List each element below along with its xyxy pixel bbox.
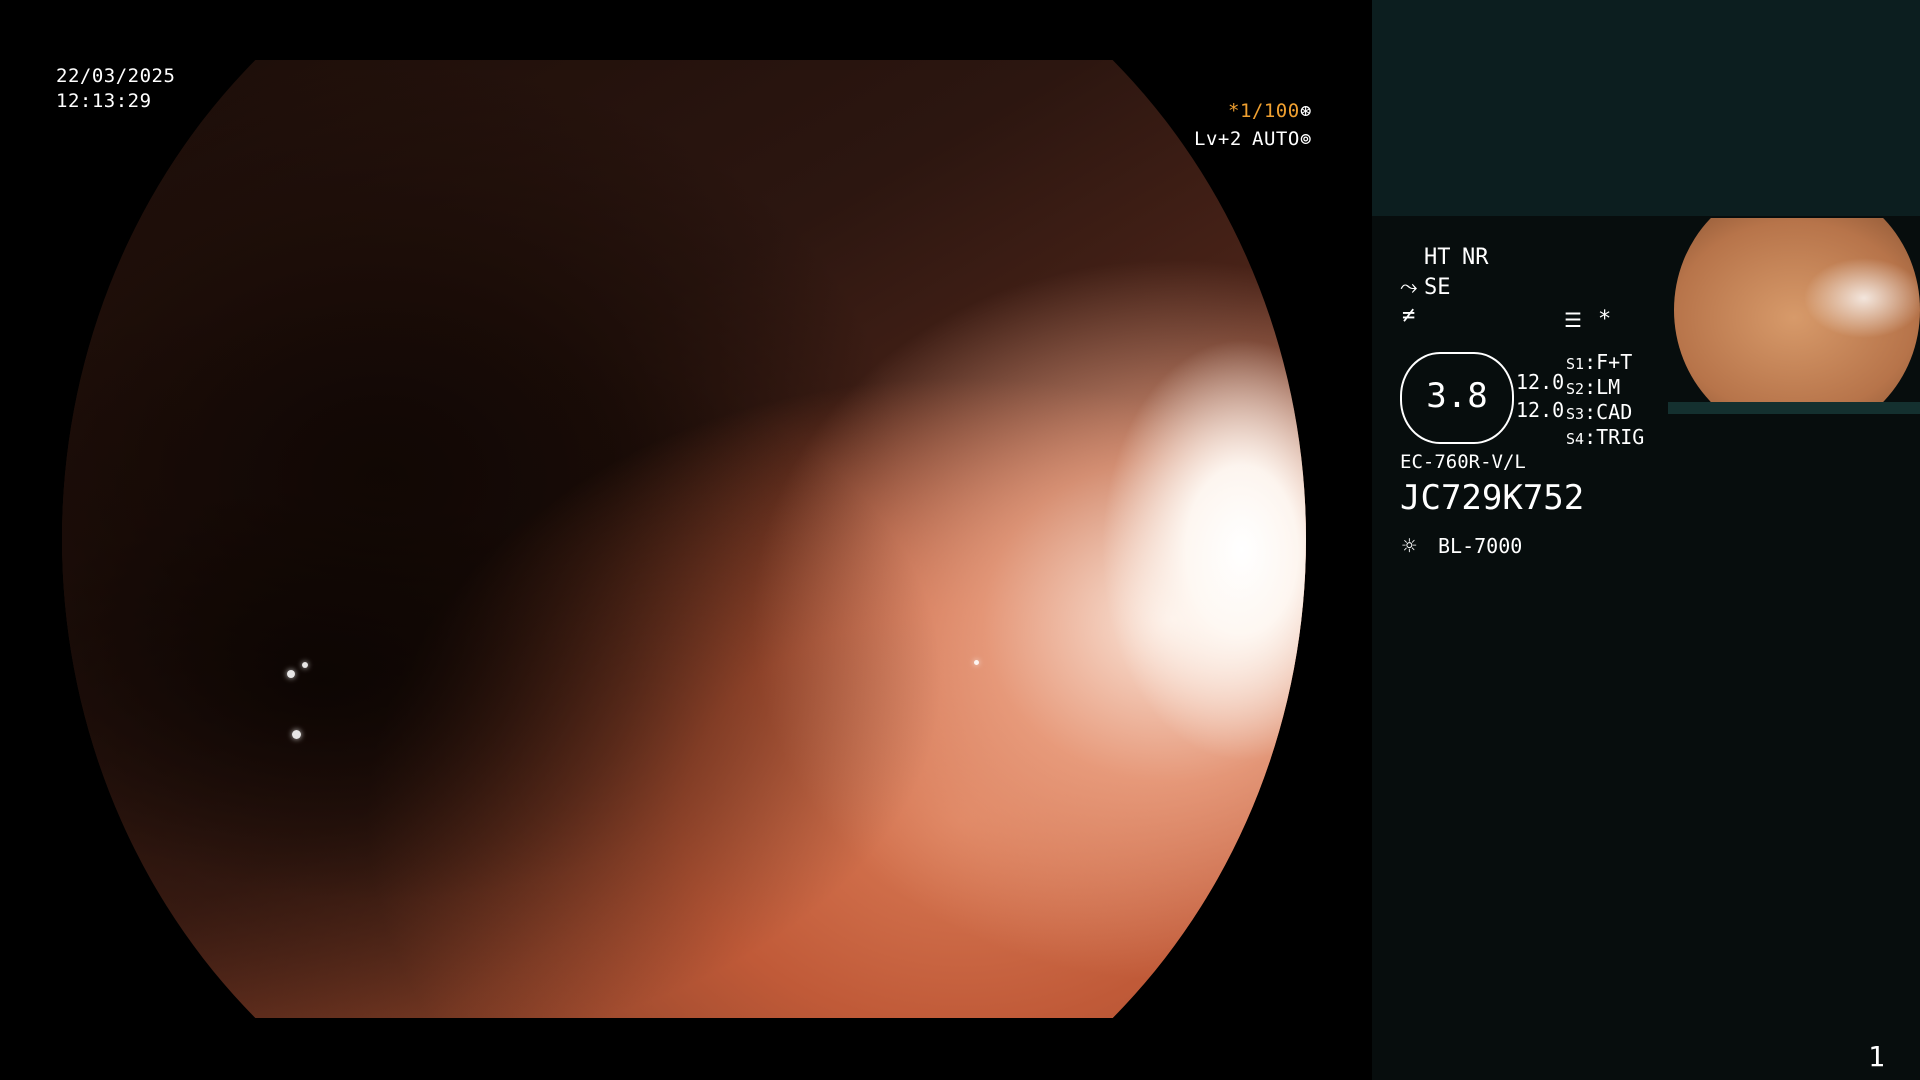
date-label: 22/03/2025 xyxy=(56,65,176,87)
auto-iris-icon: ⊚ xyxy=(1300,128,1312,150)
s2-value: LM xyxy=(1596,375,1621,399)
thumbnail-image xyxy=(1674,218,1920,402)
preset-icon: ☰ xyxy=(1564,308,1582,332)
page-number: 1 xyxy=(1868,1040,1885,1073)
endoscope-view: 22/03/2025 12:13:29 *1/100 ⊛ Lv+2 AUTO ⊚ xyxy=(0,0,1372,1080)
iris-mode: AUTO xyxy=(1252,128,1300,150)
brightness-level: Lv+2 xyxy=(1194,128,1242,150)
light-source-icon: ☼ xyxy=(1402,532,1417,560)
s3-key: S3 xyxy=(1566,405,1585,423)
zoom-indicator: 3.8 xyxy=(1400,352,1514,444)
endoscopic-image xyxy=(62,60,1306,1018)
sidebar-header-panel xyxy=(1372,0,1920,216)
s4-value: TRIG xyxy=(1596,425,1645,449)
scope-icon: ⤳ xyxy=(1400,275,1418,300)
thumbnail-status-bar xyxy=(1668,402,1920,414)
light-source-model: BL-7000 xyxy=(1438,534,1523,558)
shutter-icon: ⊛ xyxy=(1300,100,1312,122)
s4-row: S4:TRIG xyxy=(1566,425,1645,449)
scope-serial: JC729K752 xyxy=(1400,478,1585,518)
nr-indicator: NR xyxy=(1462,245,1489,270)
s4-key: S4 xyxy=(1566,430,1585,448)
capture-thumbnail xyxy=(1668,218,1920,402)
specular-reflection xyxy=(287,670,295,678)
time-label: 12:13:29 xyxy=(56,90,152,112)
specular-reflection xyxy=(302,662,308,668)
structure-icon: ≠ xyxy=(1402,303,1416,328)
s1-key: S1 xyxy=(1566,355,1585,373)
se-indicator: SE xyxy=(1424,275,1451,300)
mucosal-fold xyxy=(62,60,1306,1018)
star-indicator: * xyxy=(1598,307,1612,332)
ht-indicator: HT xyxy=(1424,245,1451,270)
zoom-value: 3.8 xyxy=(1426,376,1488,416)
scope-model: EC-760R-V/L xyxy=(1400,451,1526,473)
specular-reflection xyxy=(974,660,979,665)
value-2: 12.0 xyxy=(1516,398,1565,422)
s1-value: F+T xyxy=(1596,350,1633,374)
shutter-speed: *1/100 xyxy=(1228,100,1300,122)
s2-key: S2 xyxy=(1566,380,1585,398)
value-1: 12.0 xyxy=(1516,370,1565,394)
s3-value: CAD xyxy=(1596,400,1633,424)
specular-reflection xyxy=(292,730,301,739)
